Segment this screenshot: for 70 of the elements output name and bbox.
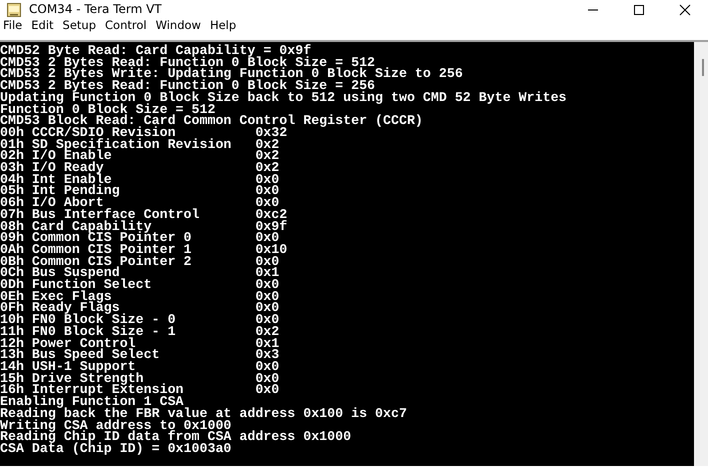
terminal-line: Updating Function 0 Block Size back to 512 using two CMD 52 Byte Writes (0, 92, 567, 104)
register-value: 0x2 (255, 138, 280, 150)
register-value: 0x32 (255, 126, 288, 139)
register-value: 0x2 (255, 326, 280, 338)
register-value: 0x0 (255, 256, 280, 268)
terminal-line: CMD53 Block Read: Card Common Control Register (CCCR) (0, 115, 423, 127)
register-value: 0x0 (255, 232, 280, 244)
terminal-line: Writing CSA address to 0x1000 (0, 420, 232, 432)
register-value: 0x0 (255, 290, 280, 302)
register-name: 09h Common CIS Pointer 0 (0, 232, 193, 244)
register-name: 16h Interrupt Extension (0, 384, 185, 396)
register-value: 0x1 (255, 338, 280, 350)
register-name: 05h Int Pending (0, 185, 121, 198)
terminal-line: Enabling Function 1 CSA (0, 396, 184, 408)
register-value: 0x0 (255, 384, 280, 396)
register-value: 0x0 (255, 185, 280, 198)
register-value: 0x0 (255, 174, 280, 186)
register-name: 15h Drive Strength (0, 372, 144, 384)
maximize-icon (633, 4, 645, 16)
register-name: 01h SD Specification Revision (0, 138, 232, 150)
terminal-line: Reading Chip ID data from CSA address 0x1000 (0, 431, 352, 443)
register-value: 0x2 (255, 150, 280, 162)
register-name: 03h I/O Ready (0, 162, 104, 174)
register-name: 02h I/O Enable (0, 150, 112, 162)
register-name: 0Eh Exec Flags (0, 290, 112, 302)
register-name: 13h Bus Speed Select (0, 349, 161, 361)
app-icon (7, 3, 21, 17)
menu-item[interactable]: Control (102, 18, 153, 32)
scrollbar[interactable] (694, 42, 708, 466)
terminal-line: Reading back the FBR value at address 0x100 is 0xc7 (0, 408, 407, 420)
terminal-line: CMD53 2 Bytes Read: Function 0 Block Size = 256 (0, 80, 376, 92)
register-value: 0x1 (255, 267, 280, 280)
menu-item[interactable]: Window (152, 18, 207, 32)
menu-item[interactable]: Help (206, 18, 242, 32)
terminal-line: CMD52 Byte Read: Card Capability = 0x9f (0, 45, 312, 57)
window-title: COM34 - Tera Term VT (29, 2, 162, 16)
register-value: 0x9f (255, 220, 288, 232)
register-value: 0x0 (255, 314, 280, 326)
register-name: 12h Power Control (0, 338, 136, 350)
close-icon (679, 4, 691, 16)
register-name: 14h USH-1 Support (0, 360, 136, 373)
register-name: 0Bh Common CIS Pointer 2 (0, 256, 193, 268)
register-name: 10h FN0 Block Size - 0 (0, 314, 177, 326)
register-name: 06h I/O Abort (0, 197, 104, 209)
register-value: 0x0 (255, 372, 280, 384)
register-name: 04h Int Enable (0, 174, 112, 186)
terminal-line: CMD53 2 Bytes Read: Function 0 Block Size = 512 (0, 56, 376, 68)
scrollbar-thumb[interactable] (702, 59, 704, 76)
register-value: 0x2 (255, 162, 280, 174)
register-name: 0Ch Bus Suspend (0, 267, 120, 280)
register-name: 0Fh Ready Flags (0, 302, 120, 314)
register-name: 00h CCCR/SDIO Revision (0, 126, 176, 139)
register-name: 07h Bus Interface Control (0, 208, 200, 221)
register-value: 0x0 (255, 197, 280, 209)
menu-item[interactable]: Edit (28, 18, 60, 32)
terminal-line: Function 0 Block Size = 512 (0, 104, 216, 116)
register-name: 11h FN0 Block Size - 1 (0, 326, 177, 338)
register-name: 0Dh Function Select (0, 279, 153, 291)
register-value: 0x0 (255, 302, 280, 314)
register-value: 0x10 (255, 244, 288, 256)
terminal-line: CMD53 2 Bytes Write: Updating Function 0 Block Size to 256 (0, 68, 463, 80)
terminal-line: CSA Data (Chip ID) = 0x1003a0 (0, 442, 232, 455)
register-value: 0x3 (255, 349, 280, 361)
register-value: 0x0 (255, 360, 280, 373)
register-value: 0x0 (255, 279, 280, 291)
register-name: 0Ah Common CIS Pointer 1 (0, 244, 193, 256)
menu-item[interactable]: Setup (60, 18, 102, 32)
register-value: 0xc2 (255, 208, 288, 221)
menu-item[interactable]: File (0, 18, 28, 32)
register-name: 08h Card Capability (0, 220, 152, 232)
